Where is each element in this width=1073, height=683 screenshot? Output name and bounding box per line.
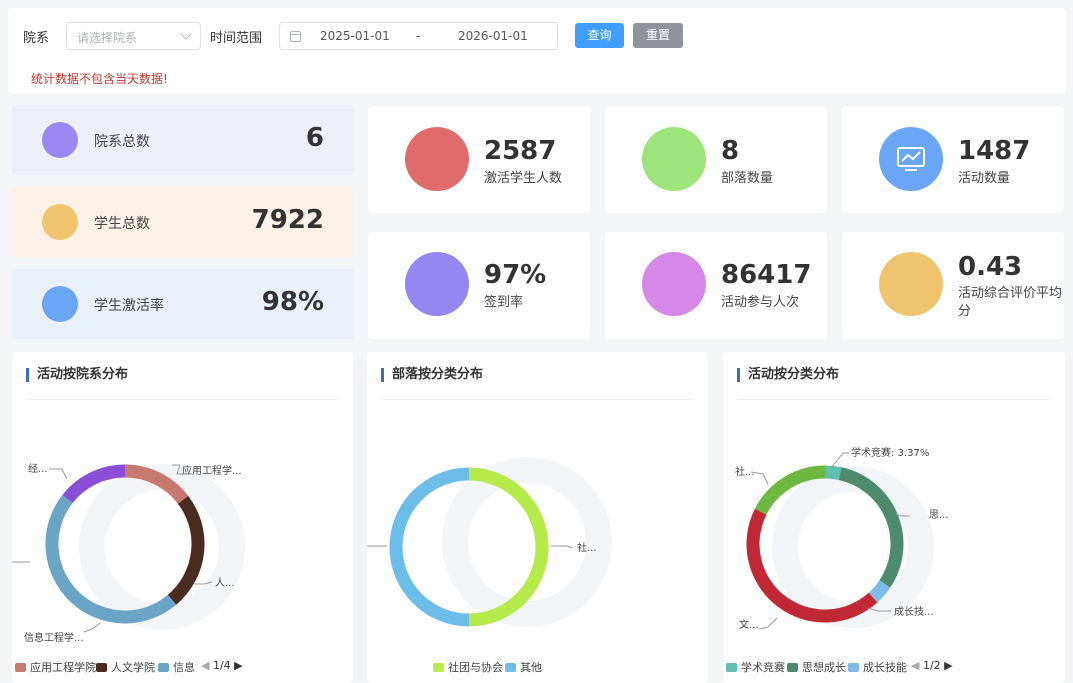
stat-dot-icon bbox=[42, 204, 78, 240]
chart-legend: 应用工程学院 人文学院 信息 ◀ 1/4 ▶ bbox=[12, 659, 353, 675]
stat-value: 86417 bbox=[721, 260, 812, 290]
stat-label: 学生总数 bbox=[94, 216, 150, 232]
stat-circle-icon bbox=[642, 252, 706, 316]
stat-card-tribes: 8 部落数量 bbox=[605, 106, 827, 213]
calendar-icon bbox=[290, 31, 301, 42]
stat-card-active-students: 2587 激活学生人数 bbox=[368, 106, 590, 213]
page-indicator: 1/2 bbox=[922, 659, 941, 672]
stat-circle-icon bbox=[879, 252, 943, 316]
stat-label: 活动综合评价平均分 bbox=[958, 286, 1063, 319]
slice-label: 信息工程学... bbox=[24, 631, 84, 644]
filter-bar: 院系 请选择院系 时间范围 2025-01-01 - 2026-01-01 查询… bbox=[8, 8, 1066, 94]
stat-dot-icon bbox=[42, 122, 78, 158]
legend-pager: ◀ 1/4 ▶ bbox=[201, 659, 243, 672]
time-range-label: 时间范围 bbox=[210, 31, 263, 46]
query-button[interactable]: 查询 bbox=[575, 23, 624, 48]
prev-page-icon[interactable]: ◀ bbox=[201, 659, 209, 672]
legend-item[interactable]: 社团与协会 bbox=[433, 659, 503, 675]
donut-chart-activity: 学术竞赛: 3.37% 思... 成长技... 文... 社... bbox=[735, 446, 949, 631]
dept-select-placeholder: 请选择院系 bbox=[77, 31, 138, 45]
slice-label: 思... bbox=[929, 509, 949, 521]
legend-item[interactable]: 应用工程学院 bbox=[15, 659, 96, 675]
stat-label: 签到率 bbox=[484, 295, 524, 310]
slice-label: 应用工程学... bbox=[182, 464, 242, 477]
prev-page-icon[interactable]: ◀ bbox=[911, 659, 919, 672]
stat-value: 98% bbox=[261, 287, 324, 317]
stat-value: 1487 bbox=[958, 136, 1031, 166]
stat-value: 0.43 bbox=[958, 252, 1023, 282]
chart-monitor-icon bbox=[879, 127, 943, 191]
chart-panel-tribe: 部落按分类分布 社... 社团与协会 其他 bbox=[367, 352, 708, 683]
stat-card-activities: 1487 活动数量 bbox=[842, 106, 1064, 213]
dept-label: 院系 bbox=[23, 31, 50, 46]
end-date[interactable]: 2026-01-01 bbox=[458, 29, 528, 43]
legend-item[interactable]: 成长技能 bbox=[848, 659, 907, 675]
stat-card-avg-score: 0.43 活动综合评价平均分 bbox=[842, 232, 1064, 339]
stat-label: 学生激活率 bbox=[94, 298, 164, 314]
chart-shadow-ring bbox=[79, 464, 245, 630]
chart-legend: 社团与协会 其他 bbox=[367, 659, 708, 675]
stat-value: 2587 bbox=[484, 136, 557, 166]
stat-label: 部落数量 bbox=[721, 171, 774, 186]
range-separator: - bbox=[416, 29, 421, 43]
stat-value: 6 bbox=[305, 123, 324, 153]
donut-chart-tribe: 社... bbox=[367, 457, 612, 627]
stat-label: 激活学生人数 bbox=[484, 171, 563, 186]
stat-label: 院系总数 bbox=[94, 134, 150, 150]
chart-panel-dept: 活动按院系分布 应用工程学... 人... 信息工程学... 经... 应用工程… bbox=[12, 352, 353, 683]
slice-label: 人... bbox=[215, 577, 235, 589]
warning-text: 统计数据不包含当天数据! bbox=[31, 72, 168, 86]
donut-chart-dept: 应用工程学... 人... 信息工程学... 经... bbox=[12, 462, 245, 644]
slice-label: 社... bbox=[577, 541, 597, 554]
stat-dot-icon bbox=[42, 286, 78, 322]
chevron-down-icon bbox=[180, 28, 192, 40]
donut-slice[interactable] bbox=[868, 580, 891, 603]
reset-button[interactable]: 重置 bbox=[633, 23, 683, 48]
stat-card-dept-total: 院系总数 6 bbox=[12, 105, 354, 175]
stat-label: 活动参与人次 bbox=[721, 295, 800, 310]
legend-item[interactable]: 思想成长 bbox=[787, 659, 846, 675]
stat-card-checkin-rate: 97% 签到率 bbox=[368, 232, 590, 339]
stat-value: 97% bbox=[484, 260, 547, 290]
next-page-icon[interactable]: ▶ bbox=[944, 659, 952, 672]
chart-panel-activity: 活动按分类分布 学术竞赛: 3.37% 思... 成长技... 文... 社..… bbox=[723, 352, 1065, 683]
slice-label: 学术竞赛: 3.37% bbox=[851, 446, 929, 459]
slice-label: 文... bbox=[739, 618, 759, 631]
stat-value: 7922 bbox=[251, 205, 324, 235]
stat-value: 8 bbox=[721, 136, 740, 166]
dept-select[interactable]: 请选择院系 bbox=[66, 22, 201, 50]
stat-card-activation-rate: 学生激活率 98% bbox=[12, 269, 354, 339]
legend-item[interactable]: 其他 bbox=[505, 659, 542, 675]
date-range-picker[interactable]: 2025-01-01 - 2026-01-01 bbox=[279, 22, 558, 50]
chart-legend: 学术竞赛 思想成长 成长技能 ◀ 1/2 ▶ bbox=[723, 659, 1065, 675]
stat-label: 活动数量 bbox=[958, 171, 1011, 186]
donut-slice[interactable] bbox=[167, 495, 205, 605]
stat-card-participants: 86417 活动参与人次 bbox=[605, 232, 827, 339]
slice-label: 社... bbox=[735, 465, 755, 478]
donut-slice[interactable] bbox=[824, 465, 842, 480]
next-page-icon[interactable]: ▶ bbox=[234, 659, 242, 672]
stat-circle-icon bbox=[405, 252, 469, 316]
legend-item[interactable]: 学术竞赛 bbox=[726, 659, 785, 675]
legend-item[interactable]: 信息 bbox=[158, 659, 195, 675]
stat-card-student-total: 学生总数 7922 bbox=[12, 187, 354, 257]
legend-item[interactable]: 人文学院 bbox=[96, 659, 155, 675]
stat-circle-icon bbox=[405, 127, 469, 191]
page-indicator: 1/4 bbox=[212, 659, 231, 672]
slice-label: 经... bbox=[28, 462, 48, 475]
legend-pager: ◀ 1/2 ▶ bbox=[911, 659, 953, 672]
start-date[interactable]: 2025-01-01 bbox=[320, 29, 390, 43]
slice-label: 成长技... bbox=[894, 605, 934, 618]
stat-circle-icon bbox=[642, 127, 706, 191]
